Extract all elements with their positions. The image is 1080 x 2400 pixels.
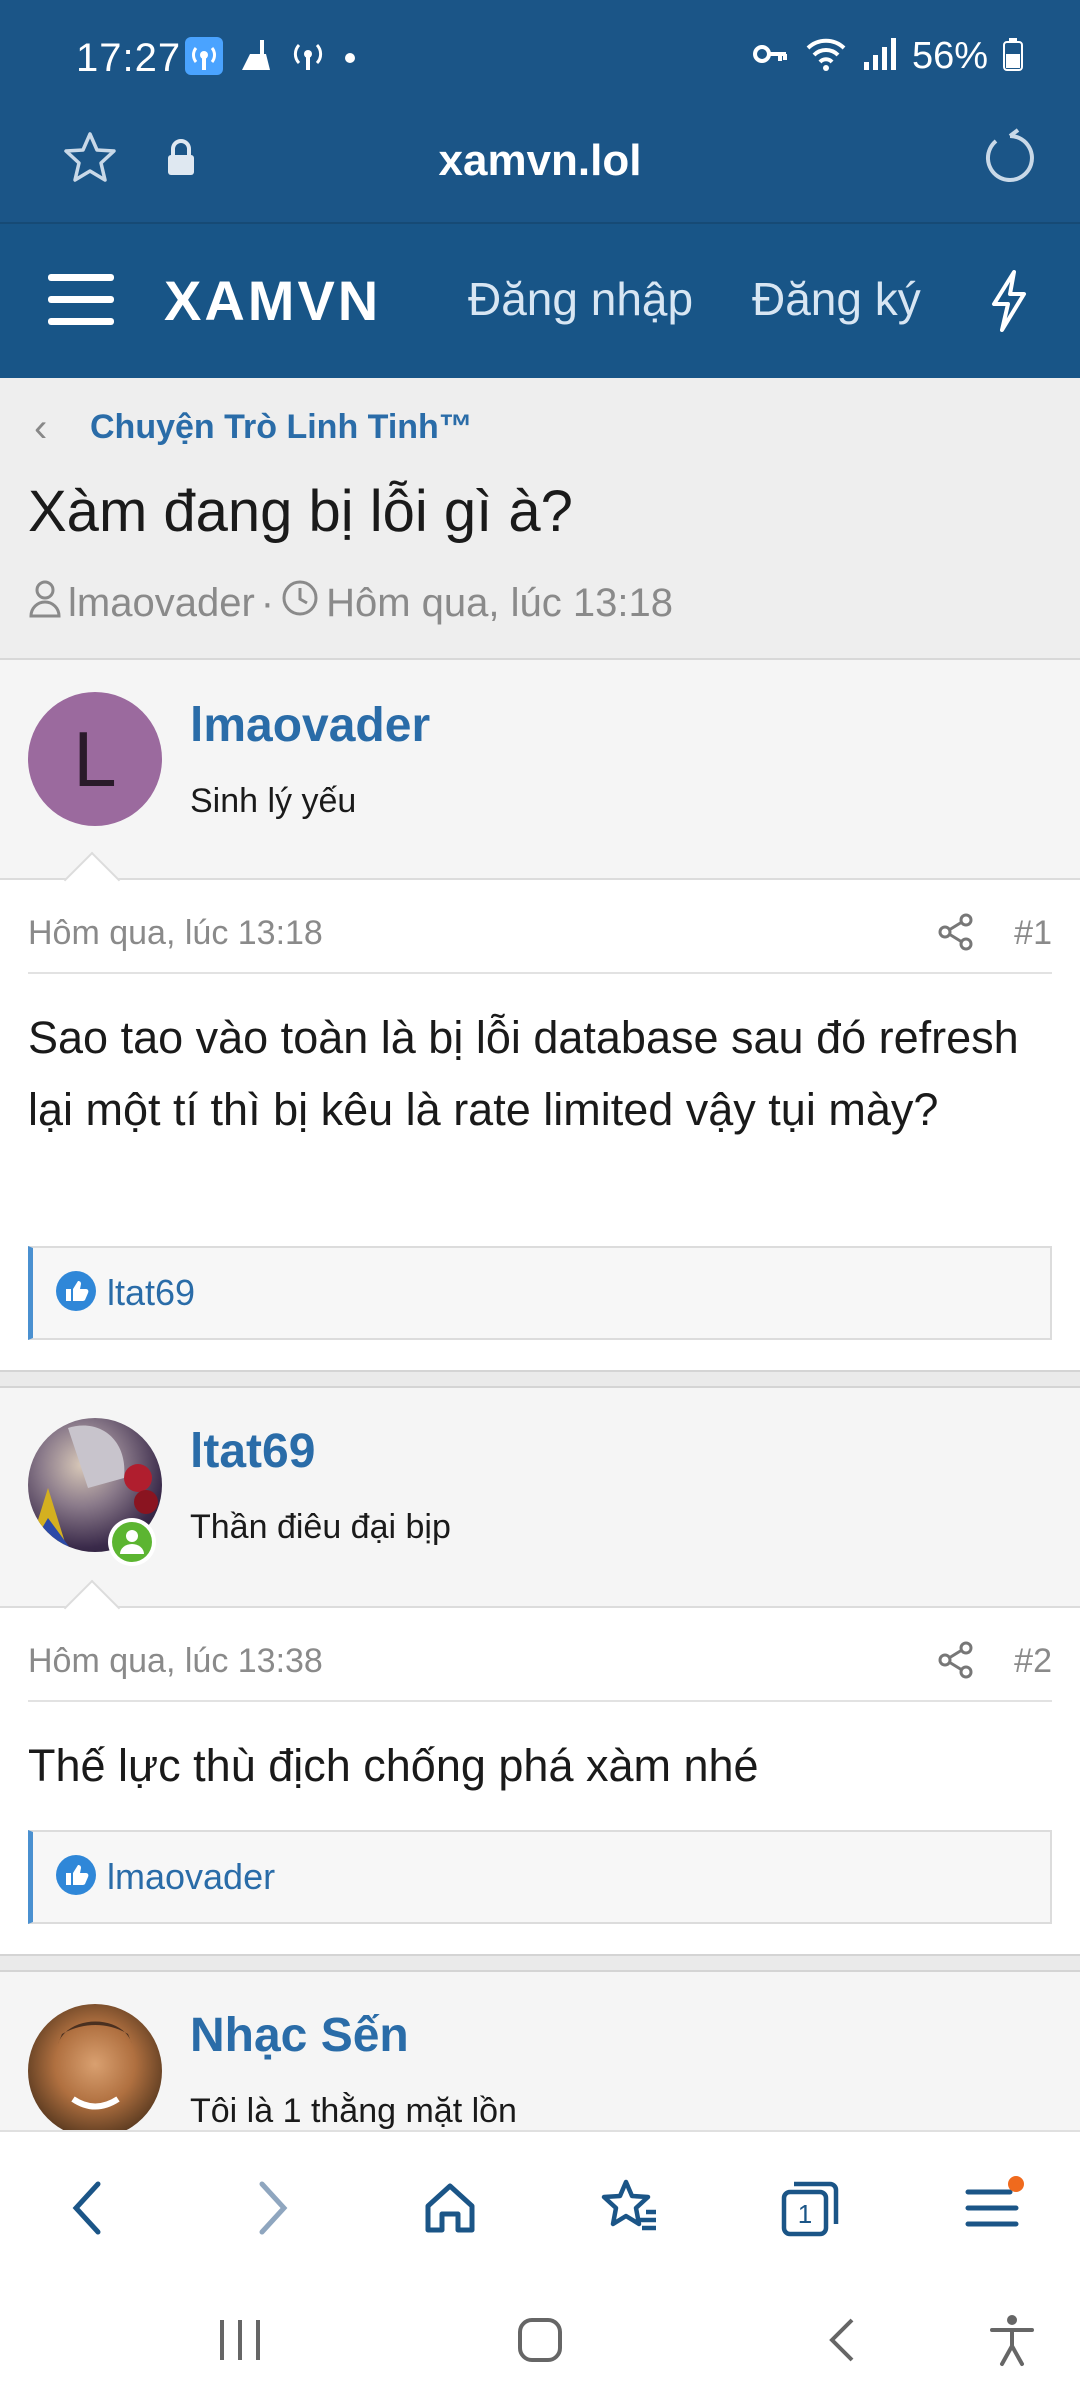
- bookmarks-star-icon: [601, 2179, 656, 2231]
- bookmarks-button[interactable]: [590, 2168, 670, 2248]
- user-title: Tôi là 1 thằng mặt lồn: [190, 2092, 517, 2130]
- user-icon: [28, 578, 62, 628]
- url-text[interactable]: xamvn.lol: [0, 136, 1080, 186]
- post-date[interactable]: Hôm qua, lúc 13:38: [28, 1642, 323, 1681]
- user-title: Sinh lý yếu: [190, 782, 357, 820]
- avatar[interactable]: L: [28, 692, 162, 826]
- reaction-user[interactable]: ltat69: [107, 1272, 195, 1314]
- login-link[interactable]: Đăng nhập: [468, 272, 693, 326]
- divider: [28, 972, 1052, 974]
- battery-percent: 56%: [911, 35, 988, 77]
- username[interactable]: Nhạc Sến: [190, 2008, 409, 2063]
- home-nav-icon: [518, 2318, 562, 2362]
- tabs-icon: 1: [781, 2181, 839, 2237]
- back-nav-button[interactable]: [804, 2300, 884, 2380]
- page-title: Xàm đang bị lỗi gì à?: [28, 479, 573, 544]
- system-nav-bar: [0, 2270, 1080, 2400]
- like-icon: [55, 1270, 97, 1317]
- username[interactable]: ltat69: [190, 1424, 315, 1479]
- thread-author[interactable]: lmaovader: [68, 581, 255, 626]
- reload-icon[interactable]: [980, 128, 1040, 193]
- status-icons-left: [184, 36, 360, 81]
- tabs-button[interactable]: 1: [770, 2168, 850, 2248]
- chevron-right-icon: [259, 2181, 288, 2235]
- avatar-letter: L: [73, 714, 117, 803]
- share-icon[interactable]: [936, 1640, 976, 1685]
- cell-signal-icon: [862, 34, 898, 79]
- status-time: 17:27: [76, 36, 182, 80]
- lightning-icon[interactable]: [986, 268, 1030, 339]
- forward-button[interactable]: [232, 2168, 312, 2248]
- post-text: Thế lực thù địch chống phá xàm nhé: [28, 1740, 759, 1791]
- user-title: Thần điêu đại bịp: [190, 1508, 451, 1546]
- breadcrumb[interactable]: Chuyện Trò Linh Tinh™: [90, 408, 473, 447]
- recents-icon: [220, 2320, 260, 2360]
- home-button[interactable]: [410, 2168, 490, 2248]
- accessibility-icon: [990, 2315, 1034, 2366]
- back-nav-icon: [829, 2318, 854, 2362]
- reaction-user[interactable]: lmaovader: [107, 1856, 275, 1898]
- post-user-block: Nhạc Sến Tôi là 1 thằng mặt lồn: [0, 1972, 1080, 2138]
- reactions-bar[interactable]: ltat69: [28, 1246, 1052, 1340]
- like-icon: [55, 1854, 97, 1901]
- svg-text:1: 1: [798, 2199, 812, 2229]
- online-badge-icon: [106, 1516, 158, 1573]
- wireless-signal-icon: [288, 36, 328, 81]
- post-separator: [0, 1954, 1080, 1972]
- site-header: XAMVN Đăng nhập Đăng ký: [0, 222, 1080, 378]
- browser-toolbar: 1: [0, 2130, 1080, 2270]
- home-icon: [425, 2183, 475, 2233]
- post-number[interactable]: #1: [1014, 914, 1052, 953]
- post-user-block: L lmaovader Sinh lý yếu: [0, 660, 1080, 880]
- home-nav-button[interactable]: [500, 2300, 580, 2380]
- thread-header: ‹ Chuyện Trò Linh Tinh™ Xàm đang bị lỗi …: [0, 378, 1080, 660]
- post-user-block: ltat69 Thần điêu đại bịp: [0, 1388, 1080, 1608]
- dot-icon: [340, 36, 360, 81]
- post-body: Hôm qua, lúc 13:18 #1 Sao tao vào toàn l…: [0, 851, 1080, 1370]
- thread-meta: lmaovader · Hôm qua, lúc 13:18: [28, 578, 673, 628]
- status-bar: 17:27 56%: [0, 0, 1080, 118]
- post-number[interactable]: #2: [1014, 1642, 1052, 1681]
- register-link[interactable]: Đăng ký: [752, 272, 921, 326]
- clock-icon: [280, 578, 320, 628]
- recents-button[interactable]: [200, 2300, 280, 2380]
- meta-separator: ·: [260, 580, 275, 625]
- reactions-bar[interactable]: lmaovader: [28, 1830, 1052, 1924]
- chevron-left-icon: [72, 2181, 101, 2235]
- chevron-left-icon[interactable]: ‹: [34, 406, 47, 451]
- avatar[interactable]: [28, 2004, 162, 2138]
- accessibility-button[interactable]: [972, 2300, 1052, 2380]
- username[interactable]: lmaovader: [190, 698, 430, 753]
- thread-time[interactable]: Hôm qua, lúc 13:18: [326, 581, 673, 626]
- cleaner-icon: [236, 36, 276, 81]
- divider: [28, 1700, 1052, 1702]
- status-icons-right: 56%: [750, 34, 1024, 79]
- wifi-icon: [804, 34, 848, 79]
- menu-icon: [965, 2176, 1024, 2227]
- site-logo[interactable]: XAMVN: [164, 268, 381, 333]
- post-separator: [0, 1370, 1080, 1388]
- battery-icon: [1002, 34, 1024, 79]
- screen: 17:27 56% xamvn.lol XAMVN Đăng nhập Đăng…: [0, 0, 1080, 2400]
- post-text: Sao tao vào toàn là bị lỗi database sau …: [28, 1012, 1019, 1135]
- address-bar: xamvn.lol: [0, 118, 1080, 222]
- hotspot-icon: [184, 36, 224, 81]
- post-body: Hôm qua, lúc 13:38 #2 Thế lực thù địch c…: [0, 1579, 1080, 1954]
- menu-button[interactable]: [952, 2168, 1032, 2248]
- key-icon: [750, 34, 790, 79]
- back-button[interactable]: [48, 2168, 128, 2248]
- share-icon[interactable]: [936, 912, 976, 957]
- post-date[interactable]: Hôm qua, lúc 13:18: [28, 914, 323, 953]
- hamburger-menu-icon[interactable]: [48, 270, 114, 335]
